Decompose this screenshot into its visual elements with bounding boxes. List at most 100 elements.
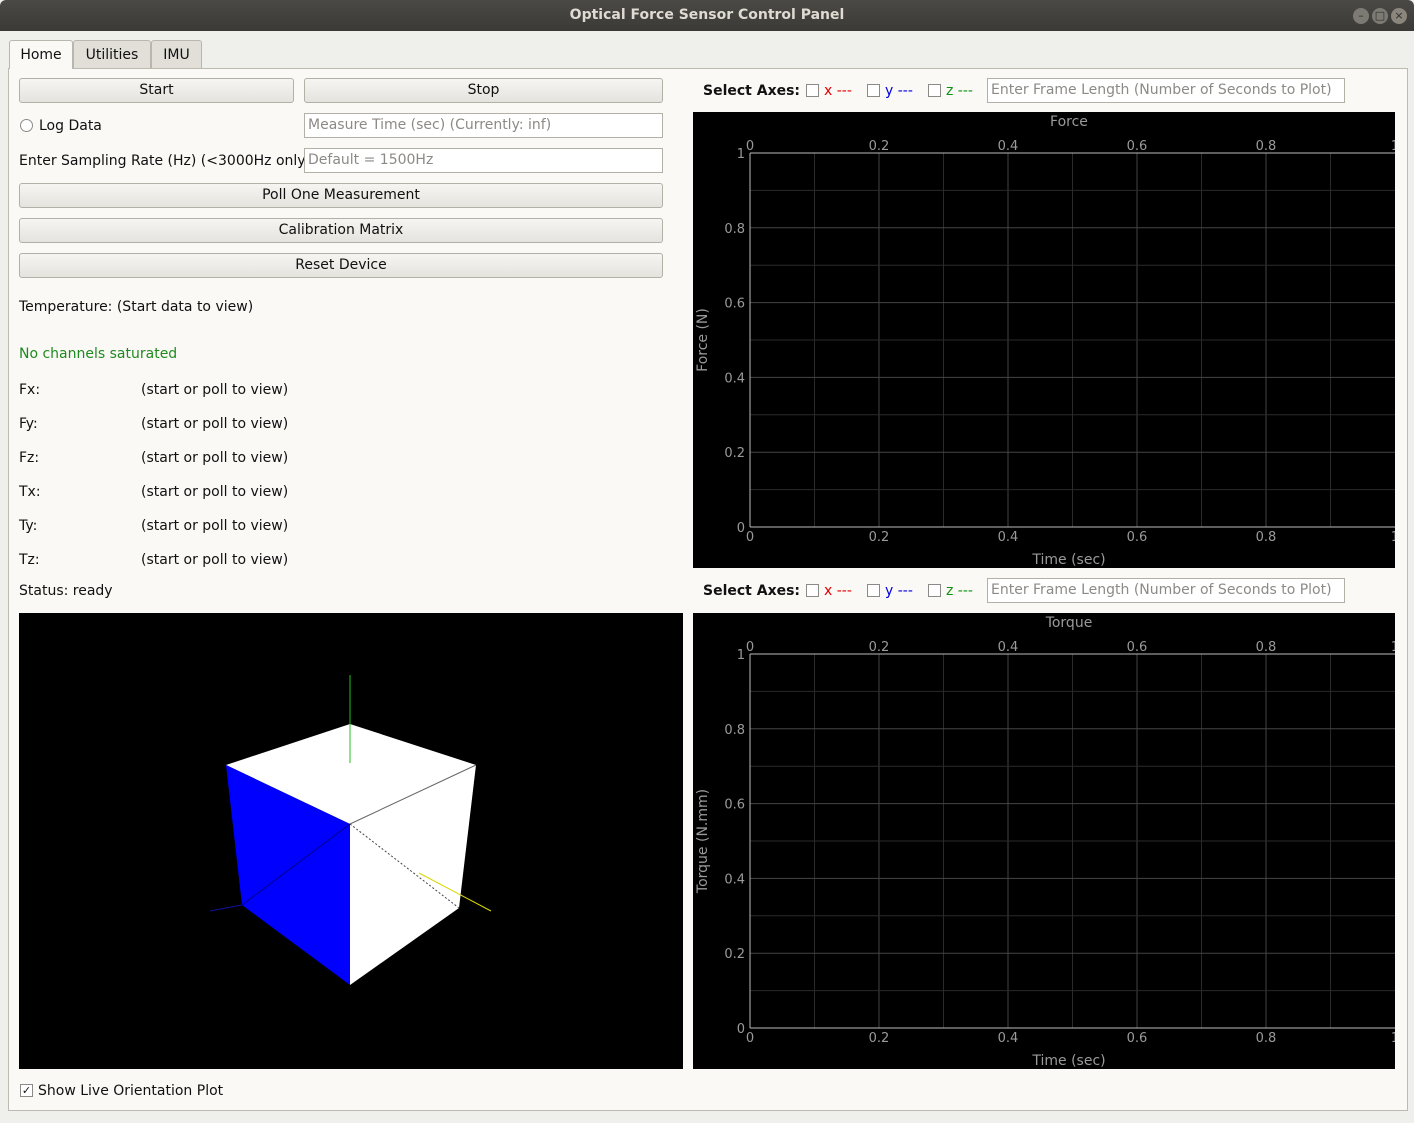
x-tick-label: 0.8 bbox=[1256, 530, 1277, 545]
force-chart-svg: 000.20.20.40.40.60.60.80.81100.20.40.60.… bbox=[695, 114, 1399, 568]
force-select-axes-label: Select Axes: bbox=[703, 83, 801, 99]
torque-x-label: x --- bbox=[824, 583, 852, 599]
y-tick-label: 0 bbox=[737, 1022, 745, 1037]
force-frame-length-input[interactable]: Enter Frame Length (Number of Seconds to… bbox=[987, 78, 1345, 103]
x-tick-label: 0.4 bbox=[998, 530, 1019, 545]
reading-ty-name: Ty: bbox=[19, 518, 38, 534]
reading-fy-name: Fy: bbox=[19, 416, 38, 432]
show-orientation-label: Show Live Orientation Plot bbox=[38, 1083, 224, 1099]
y-tick-label: 0 bbox=[737, 521, 745, 536]
y-tick-label: 0.4 bbox=[724, 371, 745, 386]
x-tick-label: 0.6 bbox=[1127, 530, 1148, 545]
maximize-icon[interactable]: □ bbox=[1372, 8, 1388, 24]
x-tick-label: 0.2 bbox=[869, 1031, 890, 1046]
x-tick-label: 0.4 bbox=[998, 1031, 1019, 1046]
x-tick-label-top: 1 bbox=[1391, 640, 1395, 655]
reading-tz-name: Tz: bbox=[19, 552, 40, 568]
reading-fz-name: Fz: bbox=[19, 450, 40, 466]
stop-button[interactable]: Stop bbox=[304, 78, 663, 103]
orientation-cube-svg bbox=[209, 675, 492, 985]
x-tick-label-top: 0.2 bbox=[869, 640, 890, 655]
z-axis-line bbox=[209, 904, 243, 912]
y-tick-label: 0.6 bbox=[724, 798, 745, 813]
x-tick-label-top: 0.4 bbox=[998, 640, 1019, 655]
x-tick-label: 0 bbox=[746, 1031, 754, 1046]
saturation-status: No channels saturated bbox=[19, 346, 178, 362]
reading-fy-value: (start or poll to view) bbox=[141, 416, 289, 432]
calibration-matrix-button[interactable]: Calibration Matrix bbox=[19, 218, 663, 243]
y-tick-label: 0.8 bbox=[724, 222, 745, 237]
x-tick-label-top: 1 bbox=[1391, 139, 1395, 154]
y-axis-label: Force (N) bbox=[695, 308, 711, 372]
reading-fz-value: (start or poll to view) bbox=[141, 450, 289, 466]
window-title: Optical Force Sensor Control Panel bbox=[569, 7, 845, 23]
tab-utilities-label: Utilities bbox=[85, 47, 139, 63]
close-icon[interactable]: × bbox=[1391, 8, 1407, 24]
force-y-label: y --- bbox=[885, 83, 913, 99]
y-tick-label: 1 bbox=[737, 147, 745, 162]
y-tick-label: 0.8 bbox=[724, 723, 745, 738]
measure-time-input[interactable]: Measure Time (sec) (Currently: inf) bbox=[304, 113, 663, 138]
x-axis-label: Time (sec) bbox=[1031, 552, 1105, 568]
reading-fx-value: (start or poll to view) bbox=[141, 382, 289, 398]
chart-title: Torque bbox=[1045, 615, 1093, 631]
y-tick-label: 1 bbox=[737, 648, 745, 663]
x-tick-label-top: 0.6 bbox=[1127, 640, 1148, 655]
poll-measurement-button[interactable]: Poll One Measurement bbox=[19, 183, 663, 208]
force-x-label: x --- bbox=[824, 83, 852, 99]
minimize-icon[interactable]: – bbox=[1353, 8, 1369, 24]
chart-title: Force bbox=[1050, 114, 1088, 130]
reset-device-button[interactable]: Reset Device bbox=[19, 253, 663, 278]
tab-imu[interactable]: IMU bbox=[151, 40, 202, 68]
reading-tz-value: (start or poll to view) bbox=[141, 552, 289, 568]
force-plot[interactable]: 000.20.20.40.40.60.60.80.81100.20.40.60.… bbox=[693, 112, 1399, 568]
tab-home-label: Home bbox=[20, 47, 62, 63]
x-tick-label-top: 0 bbox=[746, 139, 754, 154]
x-axis-label: Time (sec) bbox=[1031, 1053, 1105, 1069]
x-tick-label: 0.6 bbox=[1127, 1031, 1148, 1046]
torque-z-label: z --- bbox=[946, 583, 973, 599]
force-x-checkbox[interactable] bbox=[806, 84, 819, 97]
force-y-checkbox[interactable] bbox=[867, 84, 880, 97]
sampling-rate-input[interactable]: Default = 1500Hz bbox=[304, 148, 663, 173]
reading-tx-name: Tx: bbox=[19, 484, 41, 500]
window-title-bar: Optical Force Sensor Control Panel bbox=[0, 0, 1414, 31]
torque-z-checkbox[interactable] bbox=[928, 584, 941, 597]
torque-frame-length-input[interactable]: Enter Frame Length (Number of Seconds to… bbox=[987, 578, 1345, 603]
orientation-view[interactable] bbox=[19, 613, 683, 1069]
reading-tx-value: (start or poll to view) bbox=[141, 484, 289, 500]
tab-home[interactable]: Home bbox=[9, 40, 73, 69]
force-z-label: z --- bbox=[946, 83, 973, 99]
log-data-label: Log Data bbox=[39, 118, 102, 134]
torque-y-checkbox[interactable] bbox=[867, 584, 880, 597]
y-tick-label: 0.6 bbox=[724, 297, 745, 312]
torque-plot[interactable]: 000.20.20.40.40.60.60.80.81100.20.40.60.… bbox=[693, 613, 1399, 1069]
temperature-text: Temperature: (Start data to view) bbox=[19, 299, 254, 315]
x-tick-label-top: 0 bbox=[746, 640, 754, 655]
force-z-checkbox[interactable] bbox=[928, 84, 941, 97]
x-tick-label-top: 0.8 bbox=[1256, 139, 1277, 154]
x-tick-label-top: 0.2 bbox=[869, 139, 890, 154]
y-tick-label: 0.4 bbox=[724, 872, 745, 887]
torque-x-checkbox[interactable] bbox=[806, 584, 819, 597]
x-tick-label: 0.8 bbox=[1256, 1031, 1277, 1046]
x-tick-label-top: 0.6 bbox=[1127, 139, 1148, 154]
x-tick-label: 1 bbox=[1391, 530, 1395, 545]
x-tick-label: 1 bbox=[1391, 1031, 1395, 1046]
torque-y-label: y --- bbox=[885, 583, 913, 599]
torque-select-axes-label: Select Axes: bbox=[703, 583, 801, 599]
show-orientation-checkbox[interactable]: ✓ bbox=[20, 1084, 33, 1097]
y-tick-label: 0.2 bbox=[724, 947, 745, 962]
x-tick-label-top: 0.4 bbox=[998, 139, 1019, 154]
status-text: Status: ready bbox=[19, 583, 113, 599]
x-tick-label-top: 0.8 bbox=[1256, 640, 1277, 655]
tab-utilities[interactable]: Utilities bbox=[73, 40, 151, 68]
log-data-radio[interactable] bbox=[20, 119, 33, 132]
reading-fx-name: Fx: bbox=[19, 382, 41, 398]
start-button[interactable]: Start bbox=[19, 78, 294, 103]
torque-chart-svg: 000.20.20.40.40.60.60.80.81100.20.40.60.… bbox=[695, 615, 1399, 1069]
y-tick-label: 0.2 bbox=[724, 446, 745, 461]
reading-ty-value: (start or poll to view) bbox=[141, 518, 289, 534]
sampling-rate-label: Enter Sampling Rate (Hz) (<3000Hz only) bbox=[19, 153, 312, 169]
y-axis-label: Torque (N.mm) bbox=[695, 789, 711, 894]
